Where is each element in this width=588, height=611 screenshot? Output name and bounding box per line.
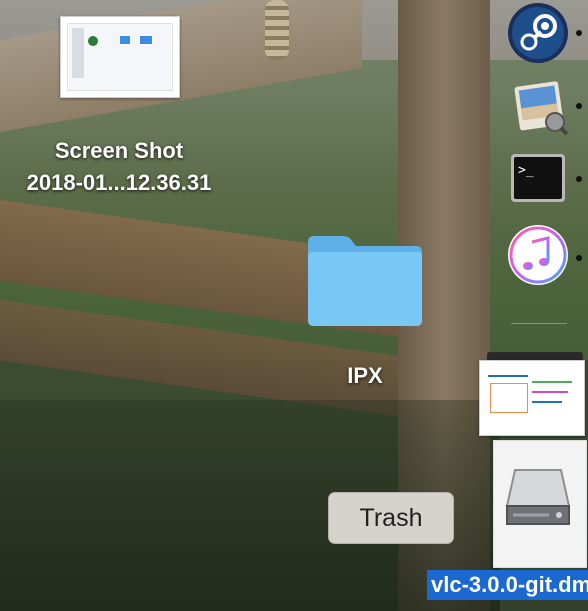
desktop-file-screenshot[interactable]: Screen Shot 2018-01...12.36.31 (0, 0, 238, 200)
dock-separator (511, 323, 567, 324)
wallpaper-rope (265, 0, 289, 60)
folder-label: IPX (347, 363, 383, 388)
running-indicator (576, 30, 582, 36)
desktop-folder-ipx[interactable]: IPX (290, 226, 440, 396)
screenshot-label-line1: Screen Shot (54, 138, 184, 163)
steam-icon[interactable] (507, 2, 569, 64)
image-thumbnail-icon (60, 16, 180, 98)
preview-icon[interactable] (507, 76, 569, 138)
terminal-icon[interactable]: >_ (507, 148, 569, 210)
dock: >_ (479, 0, 588, 611)
trash-tooltip: Trash (328, 492, 454, 544)
document-stack-icon[interactable] (479, 352, 585, 436)
itunes-icon[interactable] (507, 224, 569, 286)
running-indicator (576, 255, 582, 261)
svg-text:>_: >_ (518, 163, 534, 178)
download-filename-label: vlc-3.0.0-git.dmg (427, 570, 588, 600)
running-indicator (576, 103, 582, 109)
disk-image-icon[interactable] (493, 440, 587, 568)
screenshot-label-line2: 2018-01...12.36.31 (26, 170, 212, 195)
thumbnail-content (67, 23, 173, 91)
running-indicator (576, 176, 582, 182)
folder-icon (308, 236, 422, 326)
